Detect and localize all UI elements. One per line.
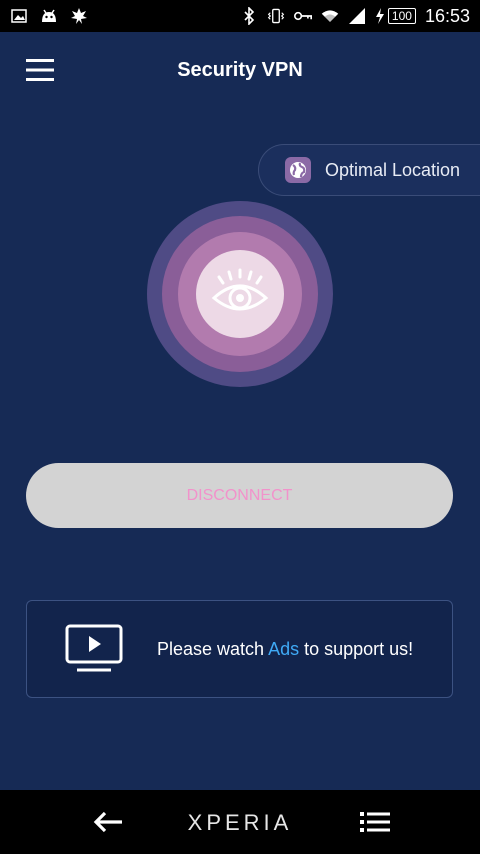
disconnect-button[interactable]: DISCONNECT [26,463,453,528]
page-title: Security VPN [177,59,303,81]
tv-play-icon [65,624,123,672]
eye-icon [211,268,269,311]
bluetooth-icon [240,7,258,25]
list-menu-icon[interactable] [360,810,390,834]
app-bar: Security VPN [0,32,480,108]
connection-orb[interactable] [147,201,333,387]
image-icon [10,7,28,25]
status-time: 16:53 [424,5,470,26]
leaf-icon [70,7,88,25]
location-selector[interactable]: Optimal Location [258,144,480,196]
ads-text-after: to support us! [299,638,414,659]
watch-ads-card[interactable]: Please watch Ads to support us! [26,600,453,698]
android-icon [40,7,58,25]
vibrate-icon [267,7,285,25]
status-right-icons: 100 16:53 [240,6,470,27]
globe-icon [285,157,311,183]
brand-label: XPERIA [187,810,293,835]
wifi-icon [321,7,339,25]
ads-link[interactable]: Ads [268,639,299,659]
status-left-icons [10,7,88,25]
battery-indicator: 100 [375,8,416,24]
navigation-bar: XPERIA [0,790,480,854]
key-icon [293,7,312,25]
ads-message: Please watch Ads to support us! [157,639,413,660]
location-label: Optimal Location [325,159,461,180]
battery-level: 100 [387,8,416,24]
status-bar: 100 16:53 [0,0,480,32]
charging-icon [375,8,384,24]
ads-text-before: Please watch [157,638,269,659]
signal-icon [348,7,366,25]
